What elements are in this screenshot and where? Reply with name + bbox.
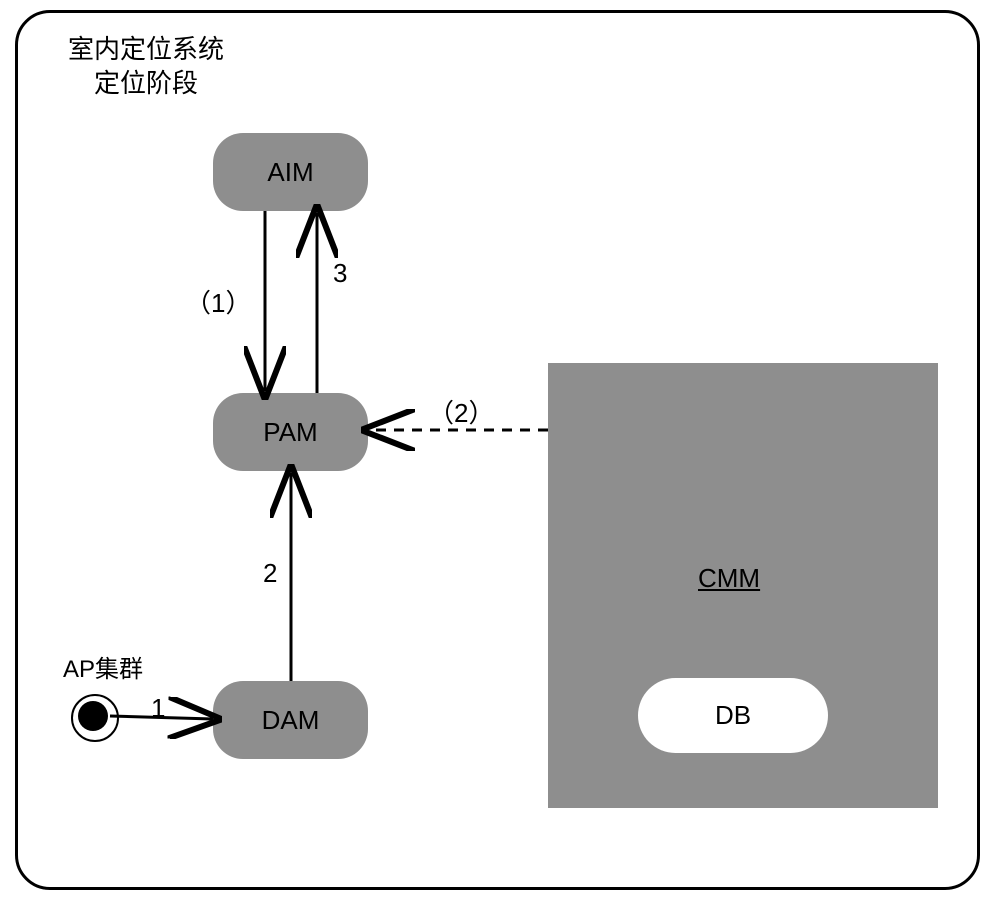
pam-node: PAM — [213, 393, 368, 471]
edge-label-3: 3 — [333, 258, 347, 289]
edge-label-1: 1 — [151, 693, 165, 724]
ap-cluster-icon — [78, 701, 108, 731]
aim-node: AIM — [213, 133, 368, 211]
edge-label-p2: （2） — [428, 393, 494, 430]
cmm-label: CMM — [698, 563, 760, 594]
ap-cluster-label: AP集群 — [63, 649, 143, 684]
edge-label-2: 2 — [263, 558, 277, 589]
db-node: DB — [638, 678, 828, 753]
edge-label-p1: （1） — [185, 283, 251, 320]
pam-label: PAM — [263, 417, 317, 448]
title-line1: 室内定位系统 — [68, 33, 224, 67]
diagram-frame: 室内定位系统 定位阶段 AIM PAM DAM CMM DB AP集群 1 2 … — [15, 10, 980, 890]
diagram-title: 室内定位系统 定位阶段 — [68, 33, 224, 101]
title-line2: 定位阶段 — [68, 67, 224, 101]
aim-label: AIM — [267, 157, 313, 188]
db-label: DB — [715, 700, 751, 731]
dam-node: DAM — [213, 681, 368, 759]
dam-label: DAM — [262, 705, 320, 736]
